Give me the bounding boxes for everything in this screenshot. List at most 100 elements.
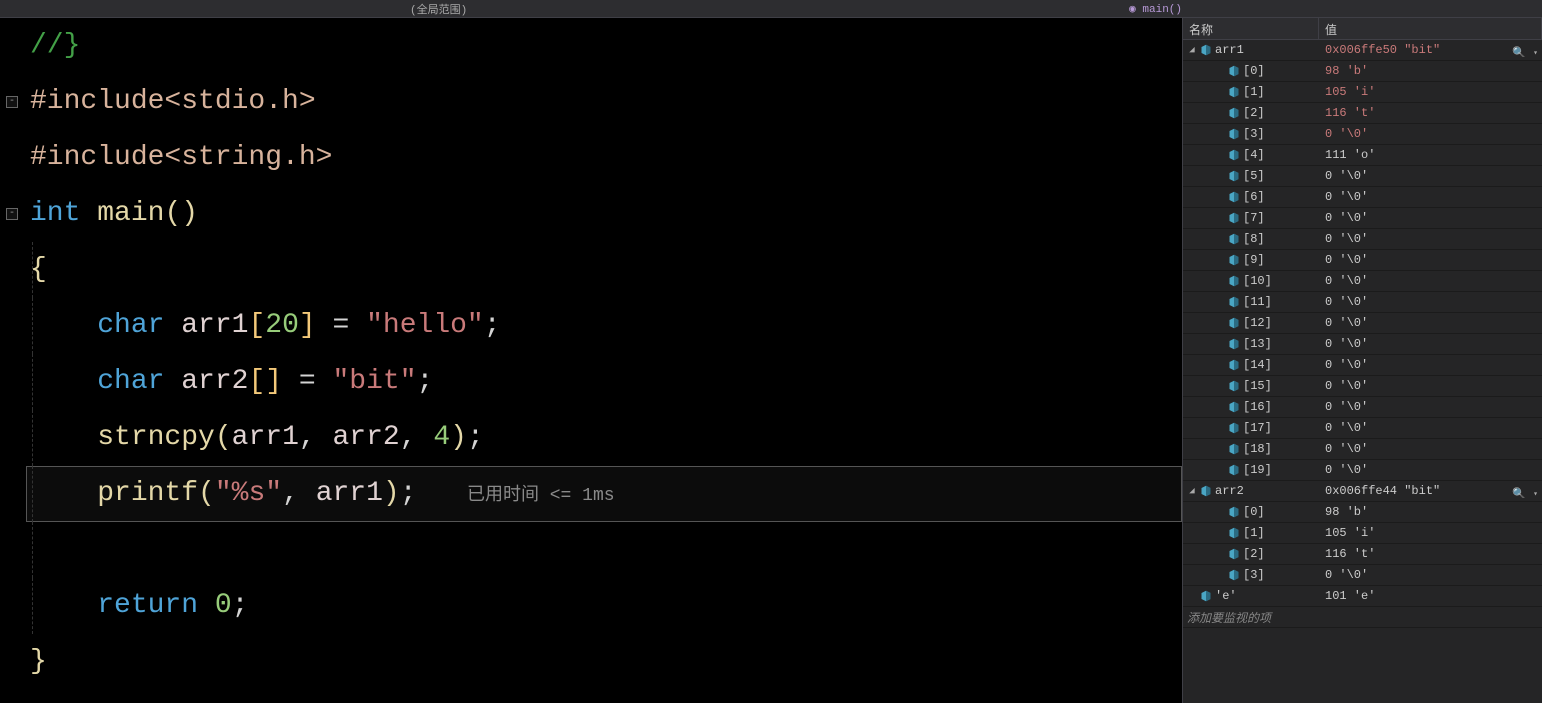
watch-var-name: [2] [1243, 547, 1265, 561]
watch-row[interactable]: [9]0 '\0' [1183, 250, 1542, 271]
watch-var-name: 'e' [1215, 589, 1237, 603]
watch-var-name: [17] [1243, 421, 1272, 435]
editor-nav-bar: (全局范围) ◉ main() [0, 0, 1542, 18]
code-line[interactable]: //} [26, 18, 1182, 74]
code-line[interactable] [26, 522, 1182, 578]
variable-icon [1228, 569, 1240, 581]
watch-row[interactable]: [8]0 '\0' [1183, 229, 1542, 250]
variable-icon [1228, 149, 1240, 161]
watch-var-value: 98 'b' [1319, 64, 1542, 78]
watch-row[interactable]: [5]0 '\0' [1183, 166, 1542, 187]
variable-icon [1200, 485, 1212, 497]
watch-row[interactable]: [0]98 'b' [1183, 61, 1542, 82]
watch-var-value: 105 'i' [1319, 526, 1542, 540]
variable-icon [1228, 212, 1240, 224]
watch-var-value: 0 '\0' [1319, 295, 1542, 309]
watch-row[interactable]: [2]116 't' [1183, 103, 1542, 124]
watch-var-value: 0 '\0' [1319, 337, 1542, 351]
watch-row[interactable]: ◢arr20x006ffe44 "bit"🔍▾ [1183, 481, 1542, 502]
watch-row[interactable]: ◢arr10x006ffe50 "bit"🔍▾ [1183, 40, 1542, 61]
watch-row[interactable]: [12]0 '\0' [1183, 313, 1542, 334]
watch-row[interactable]: [17] 0 '\0' [1183, 418, 1542, 439]
watch-var-name: [18] [1243, 442, 1272, 456]
watch-var-value: 0 '\0' [1319, 211, 1542, 225]
watch-var-name: [4] [1243, 148, 1265, 162]
search-icon[interactable]: 🔍 [1512, 46, 1526, 57]
watch-row[interactable]: [10]0 '\0' [1183, 271, 1542, 292]
watch-row[interactable]: [3]0 '\0' [1183, 565, 1542, 586]
variable-icon [1228, 254, 1240, 266]
code-line[interactable]: strncpy(arr1, arr2, 4); [26, 410, 1182, 466]
watch-row[interactable]: [2] 116 't' [1183, 544, 1542, 565]
watch-var-value: 101 'e' [1319, 589, 1542, 603]
chevron-down-icon[interactable]: ▾ [1533, 489, 1538, 498]
watch-row[interactable]: 'e' 101 'e' [1183, 586, 1542, 607]
variable-icon [1200, 590, 1212, 602]
code-line[interactable]: int main() [26, 186, 1182, 242]
watch-row[interactable]: [13] 0 '\0' [1183, 334, 1542, 355]
watch-var-name: [3] [1243, 127, 1265, 141]
watch-var-value: 116 't' [1319, 547, 1542, 561]
watch-row[interactable]: [1]105 'i' [1183, 523, 1542, 544]
watch-body: ◢arr10x006ffe50 "bit"🔍▾[0]98 'b'[1]105 '… [1183, 40, 1542, 703]
watch-header: 名称 值 [1183, 18, 1542, 40]
fold-toggle[interactable]: - [6, 208, 18, 220]
code-line[interactable]: char arr1[20] = "hello"; [26, 298, 1182, 354]
watch-var-name: [3] [1243, 568, 1265, 582]
variable-icon [1228, 506, 1240, 518]
code-line[interactable]: } [26, 634, 1182, 690]
add-watch-row[interactable]: 添加要监视的项 [1183, 607, 1542, 628]
code-editor[interactable]: -- //}#include<stdio.h>#include<string.h… [0, 18, 1182, 703]
watch-row[interactable]: [7]0 '\0' [1183, 208, 1542, 229]
watch-var-value: 0 '\0' [1319, 421, 1542, 435]
watch-var-name: [11] [1243, 295, 1272, 309]
watch-var-value: 0 '\0' [1319, 442, 1542, 456]
variable-icon [1228, 464, 1240, 476]
watch-row[interactable]: [14] 0 '\0' [1183, 355, 1542, 376]
variable-icon [1228, 65, 1240, 77]
watch-var-value: 0 '\0' [1319, 358, 1542, 372]
watch-row[interactable]: [11] 0 '\0' [1183, 292, 1542, 313]
variable-icon [1228, 548, 1240, 560]
code-line[interactable]: #include<stdio.h> [26, 74, 1182, 130]
code-line[interactable]: #include<string.h> [26, 130, 1182, 186]
watch-row[interactable]: [16]0 '\0' [1183, 397, 1542, 418]
watch-row[interactable]: [3]0 '\0' [1183, 124, 1542, 145]
code-line[interactable]: printf("%s", arr1); 已用时间 <= 1ms [26, 466, 1182, 522]
watch-row[interactable]: [18] 0 '\0' [1183, 439, 1542, 460]
watch-var-name: [19] [1243, 463, 1272, 477]
variable-icon [1228, 380, 1240, 392]
watch-header-value[interactable]: 值 [1319, 18, 1542, 39]
watch-var-name: [12] [1243, 316, 1272, 330]
scope-dropdown[interactable]: (全局范围) [410, 1, 467, 17]
watch-var-name: [14] [1243, 358, 1272, 372]
watch-var-value: 0 '\0' [1319, 253, 1542, 267]
watch-var-name: [13] [1243, 337, 1272, 351]
watch-var-value: 0 '\0' [1319, 400, 1542, 414]
code-line[interactable]: return 0; [26, 578, 1182, 634]
code-line[interactable]: char arr2[] = "bit"; [26, 354, 1182, 410]
watch-var-value: 0x006ffe50 "bit"🔍▾ [1319, 43, 1542, 57]
watch-var-value: 0 '\0' [1319, 169, 1542, 183]
watch-var-name: arr1 [1215, 43, 1244, 57]
watch-row[interactable]: [19]0 '\0' [1183, 460, 1542, 481]
watch-row[interactable]: [1]105 'i' [1183, 82, 1542, 103]
variable-icon [1228, 275, 1240, 287]
watch-row[interactable]: [15]0 '\0' [1183, 376, 1542, 397]
watch-row[interactable]: [0]98 'b' [1183, 502, 1542, 523]
variable-icon [1228, 233, 1240, 245]
expand-toggle-icon[interactable]: ◢ [1187, 486, 1197, 496]
watch-header-name[interactable]: 名称 [1183, 18, 1319, 39]
watch-row[interactable]: [6]0 '\0' [1183, 187, 1542, 208]
expand-toggle-icon[interactable]: ◢ [1187, 45, 1197, 55]
search-icon[interactable]: 🔍 [1512, 487, 1526, 498]
watch-var-name: [0] [1243, 505, 1265, 519]
code-line[interactable]: { [26, 242, 1182, 298]
editor-gutter: -- [0, 18, 26, 703]
watch-row[interactable]: [4]111 'o' [1183, 145, 1542, 166]
code-content[interactable]: //}#include<stdio.h>#include<string.h>in… [26, 18, 1182, 703]
watch-var-value: 105 'i' [1319, 85, 1542, 99]
fold-toggle[interactable]: - [6, 96, 18, 108]
chevron-down-icon[interactable]: ▾ [1533, 48, 1538, 57]
function-dropdown[interactable]: main() [1142, 4, 1182, 16]
